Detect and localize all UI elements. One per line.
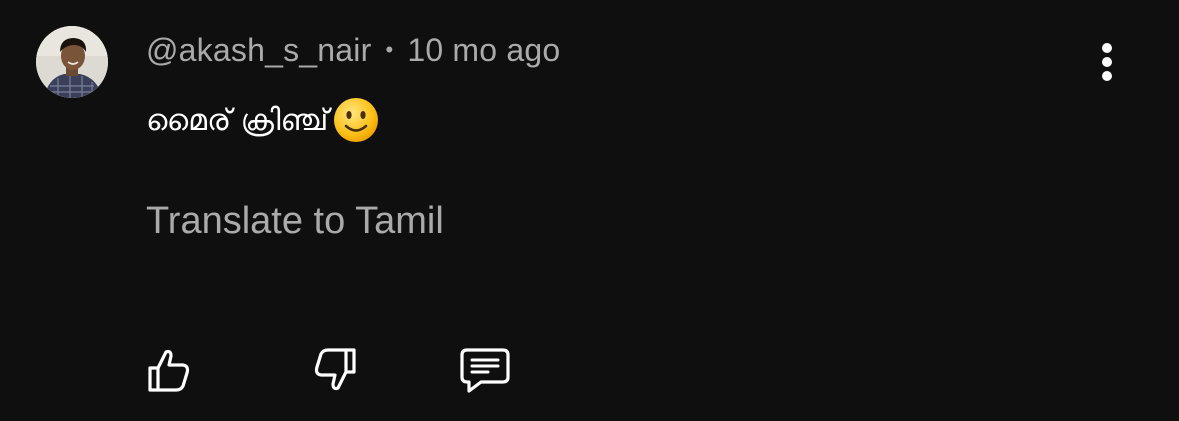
comment-meta: @akash_s_nair • 10 mo ago	[146, 30, 560, 70]
comment-time: 10 mo ago	[407, 31, 561, 68]
comment-icon	[460, 348, 510, 393]
more-options-button[interactable]	[1086, 40, 1128, 84]
comment: @akash_s_nair • 10 mo ago മൈര് ക്രിഞ്ച്	[0, 0, 1179, 421]
avatar-image	[36, 26, 108, 98]
author-name[interactable]: @akash_s_nair	[146, 32, 371, 69]
comment-body: മൈര് ക്രിഞ്ച്	[146, 92, 380, 148]
like-button[interactable]	[142, 344, 194, 396]
comment-text: മൈര് ക്രിഞ്ച്	[146, 102, 329, 138]
avatar[interactable]	[36, 26, 108, 98]
thumbs-up-icon	[148, 349, 190, 392]
thumbs-down-icon	[314, 348, 356, 391]
meta-separator: •	[385, 37, 394, 62]
translate-link[interactable]: Translate to Tamil	[146, 200, 444, 243]
dislike-button[interactable]	[310, 344, 362, 396]
reply-button[interactable]	[459, 344, 511, 396]
vertical-ellipsis-icon	[1102, 43, 1112, 81]
slightly-smiling-face-icon	[334, 98, 379, 142]
